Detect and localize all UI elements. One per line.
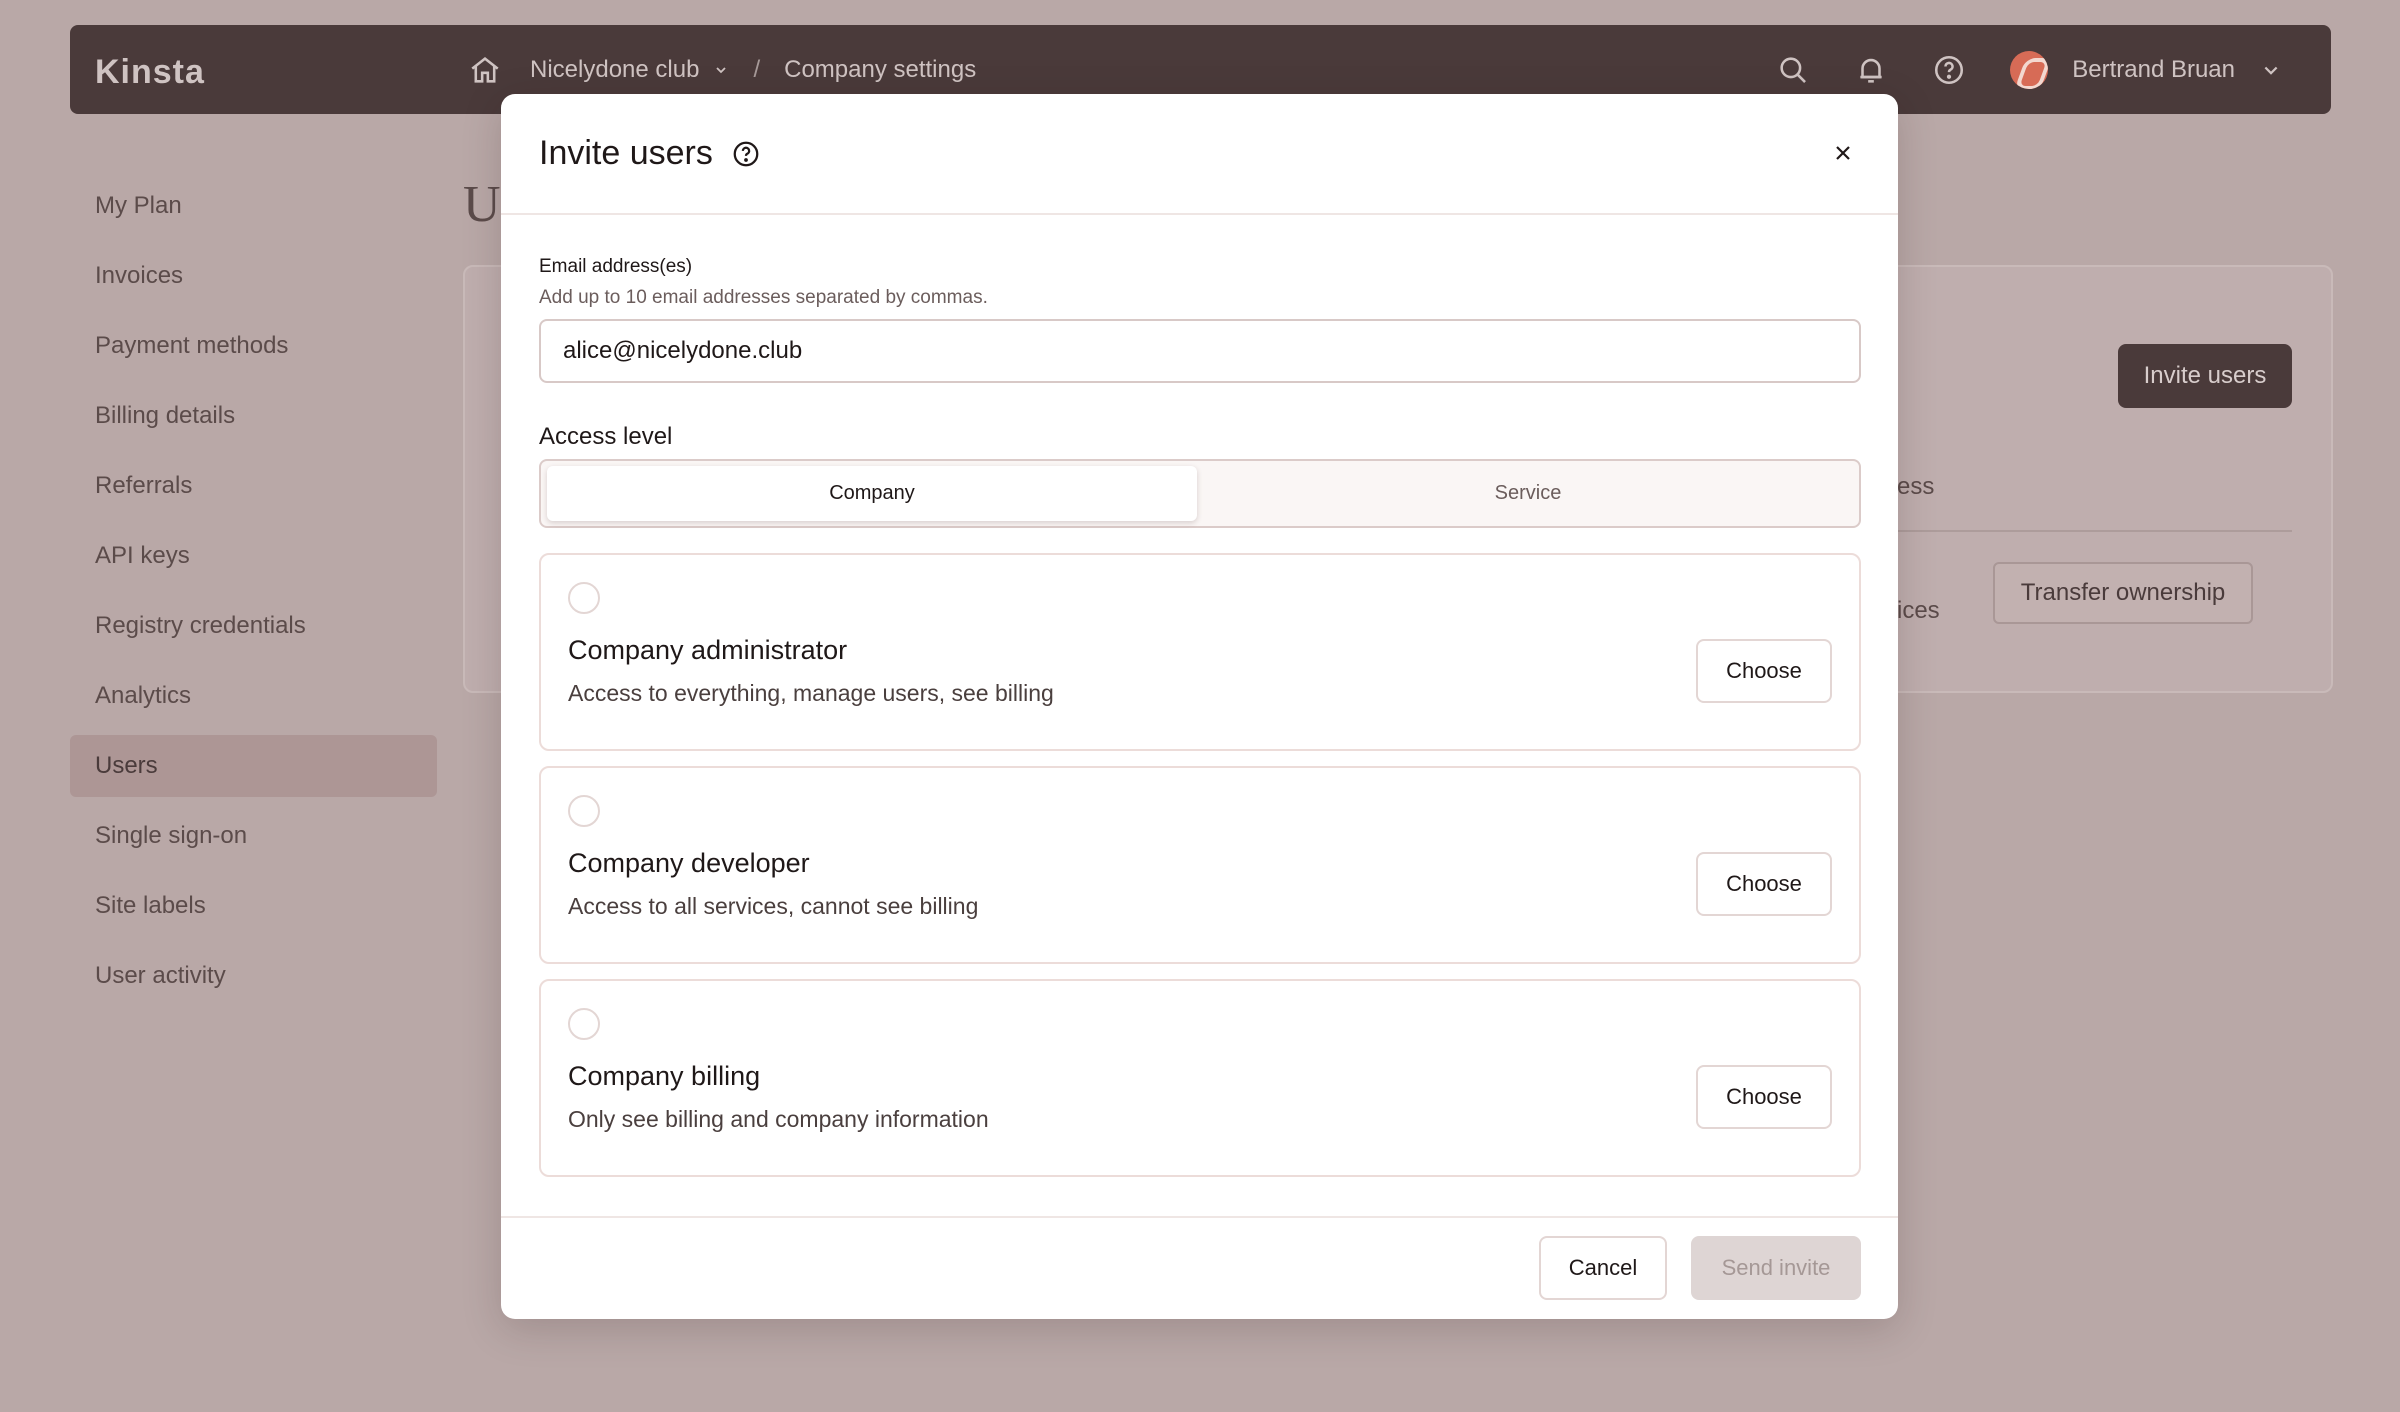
role-radio[interactable] xyxy=(568,795,600,827)
cancel-button[interactable]: Cancel xyxy=(1539,1236,1667,1300)
access-level-toggle: Company Service xyxy=(539,459,1861,528)
page-title: U xyxy=(463,176,501,233)
sidebar-item-api-keys[interactable]: API keys xyxy=(70,525,437,587)
transfer-ownership-button[interactable]: Transfer ownership xyxy=(1993,562,2253,624)
chevron-down-icon[interactable] xyxy=(713,62,729,78)
sidebar-item-referrals[interactable]: Referrals xyxy=(70,455,437,517)
role-description: Access to all services, cannot see billi… xyxy=(568,893,979,919)
user-name[interactable]: Bertrand Bruan xyxy=(2072,56,2235,84)
help-icon[interactable] xyxy=(731,139,761,169)
breadcrumb-separator: / xyxy=(753,55,761,83)
tab-company[interactable]: Company xyxy=(547,466,1197,521)
home-icon[interactable] xyxy=(468,53,502,87)
tab-service[interactable]: Service xyxy=(1203,466,1853,521)
choose-button[interactable]: Choose xyxy=(1696,852,1832,916)
modal-footer xyxy=(501,1216,1898,1319)
sidebar-item-users[interactable]: Users xyxy=(70,735,437,797)
role-description: Access to everything, manage users, see … xyxy=(568,680,1054,706)
invite-users-button[interactable]: Invite users xyxy=(2118,344,2292,408)
sidebar-item-analytics[interactable]: Analytics xyxy=(70,665,437,727)
role-title: Company developer xyxy=(568,848,810,878)
role-description: Only see billing and company information xyxy=(568,1106,989,1132)
close-icon xyxy=(1836,146,1850,160)
access-column-header: ess xyxy=(1897,473,1935,500)
role-radio[interactable] xyxy=(568,1008,600,1040)
email-label: Email address(es) xyxy=(539,256,693,277)
sidebar-item-registry-credentials[interactable]: Registry credentials xyxy=(70,595,437,657)
sidebar-item-single-sign-on[interactable]: Single sign-on xyxy=(70,805,437,867)
role-title: Company administrator xyxy=(568,635,848,665)
close-button[interactable] xyxy=(1826,136,1860,170)
modal-header: Invite users xyxy=(501,94,1898,215)
choose-button[interactable]: Choose xyxy=(1696,639,1832,703)
kinsta-logo[interactable]: Kinsta xyxy=(95,53,205,92)
modal-title-text: Invite users xyxy=(539,134,713,172)
role-title: Company billing xyxy=(568,1061,761,1091)
send-invite-button[interactable]: Send invite xyxy=(1691,1236,1861,1300)
role-card-company-administrator[interactable]: Company administrator Access to everythi… xyxy=(539,553,1861,751)
modal-title: Invite users xyxy=(539,134,761,173)
email-help-text: Add up to 10 email addresses separated b… xyxy=(539,287,988,308)
role-card-company-billing[interactable]: Company billing Only see billing and com… xyxy=(539,979,1861,1177)
help-icon[interactable] xyxy=(1932,53,1966,87)
table-divider xyxy=(1897,530,2292,532)
email-input[interactable] xyxy=(539,319,1861,383)
sidebar-item-site-labels[interactable]: Site labels xyxy=(70,875,437,937)
sidebar-item-invoices[interactable]: Invoices xyxy=(70,245,437,307)
access-cell: ices xyxy=(1897,597,1940,624)
search-icon[interactable] xyxy=(1776,53,1810,87)
breadcrumb-current-page: Company settings xyxy=(784,55,977,83)
sidebar: My Plan Invoices Payment methods Billing… xyxy=(70,175,437,1015)
role-radio[interactable] xyxy=(568,582,600,614)
sidebar-item-my-plan[interactable]: My Plan xyxy=(70,175,437,237)
bell-icon[interactable] xyxy=(1854,53,1888,87)
avatar[interactable] xyxy=(2010,50,2049,89)
sidebar-item-user-activity[interactable]: User activity xyxy=(70,945,437,1007)
invite-users-modal: Invite users Email address(es) Add up to… xyxy=(501,94,1898,1319)
chevron-down-icon[interactable] xyxy=(2261,60,2281,80)
sidebar-item-billing-details[interactable]: Billing details xyxy=(70,385,437,447)
access-level-label: Access level xyxy=(539,423,673,450)
role-card-company-developer[interactable]: Company developer Access to all services… xyxy=(539,766,1861,964)
sidebar-item-payment-methods[interactable]: Payment methods xyxy=(70,315,437,377)
breadcrumb-company[interactable]: Nicelydone club xyxy=(530,56,699,84)
choose-button[interactable]: Choose xyxy=(1696,1065,1832,1129)
